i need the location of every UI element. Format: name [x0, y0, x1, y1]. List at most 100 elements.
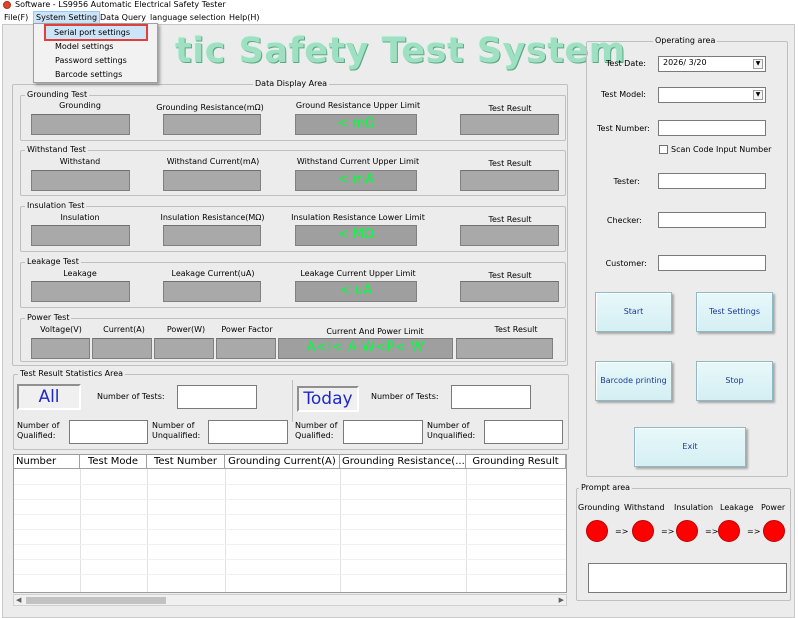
- tester-field[interactable]: [658, 173, 766, 189]
- grounding-resistance-label: Grounding Resistance(mΩ): [156, 103, 264, 112]
- all-qualified-field[interactable]: [69, 420, 148, 444]
- test-number-label: Test Number:: [597, 124, 650, 133]
- insulation-test-result-label: Test Result: [488, 215, 532, 224]
- grounding-resistance-value: [163, 114, 261, 135]
- leakage-current-value: [163, 281, 261, 302]
- scroll-thumb[interactable]: [26, 597, 166, 604]
- today-qualified-label-2: Qualified:: [295, 431, 334, 440]
- power-test-result: [456, 338, 553, 359]
- barcode-printing-button[interactable]: Barcode printing: [595, 361, 672, 401]
- all-number-of-tests-field[interactable]: [177, 385, 257, 409]
- power-value: [154, 338, 214, 359]
- grounding-legend: Grounding Test: [25, 90, 90, 100]
- insulation-resistance-label: Insulation Resistance(MΩ): [160, 213, 265, 222]
- app-icon: [3, 1, 11, 9]
- leakage-current-upper-limit-label: Leakage Current Upper Limit: [300, 269, 416, 278]
- test-date-picker[interactable]: 2026/ 3/20 ▼: [658, 56, 766, 72]
- today-number-of-tests-label: Number of Tests:: [371, 392, 439, 401]
- current-power-limit-label: Current And Power Limit: [326, 327, 424, 336]
- exit-button[interactable]: Exit: [634, 427, 746, 467]
- insulation-value: [31, 225, 130, 246]
- scroll-left-icon[interactable]: ◀: [16, 595, 21, 605]
- column-grounding-resistance[interactable]: Grounding Resistance(...: [340, 455, 466, 468]
- leakage-current-limit: < uA: [295, 281, 417, 302]
- withstand-current-label: Withstand Current(mA): [166, 157, 260, 166]
- date-dropdown-icon[interactable]: ▼: [753, 59, 763, 69]
- start-button[interactable]: Start: [595, 292, 672, 332]
- menu-password-settings[interactable]: Password settings: [34, 54, 157, 67]
- current-label: Current(A): [103, 325, 145, 334]
- checker-field[interactable]: [658, 212, 766, 228]
- results-horizontal-scrollbar[interactable]: ◀ ▶: [13, 594, 567, 606]
- today-qualified-field[interactable]: [343, 420, 423, 444]
- voltage-label: Voltage(V): [40, 325, 82, 334]
- menu-barcode-settings[interactable]: Barcode settings: [34, 68, 157, 81]
- test-model-select[interactable]: ▼: [658, 87, 766, 103]
- today-unqualified-label-2: Unqualified:: [427, 431, 476, 440]
- withstand-label: Withstand: [59, 157, 101, 166]
- title-bar: Software - LS9956 Automatic Electrical S…: [0, 0, 798, 11]
- stage-arrow: =>: [615, 527, 629, 536]
- all-unqualified-label-2: Unqualified:: [152, 431, 201, 440]
- leakage-value: [31, 281, 130, 302]
- stage-arrow: =>: [661, 527, 675, 536]
- data-display-legend: Data Display Area: [253, 79, 330, 89]
- insulation-test-result: [460, 225, 559, 246]
- prompt-message-box: [588, 563, 787, 593]
- column-test-mode[interactable]: Test Mode: [80, 455, 147, 468]
- grid-row-line: [14, 499, 566, 500]
- stage-withstand-label: Withstand: [624, 503, 665, 512]
- column-grounding-result[interactable]: Grounding Result: [466, 455, 566, 468]
- grounding-test-result-label: Test Result: [488, 104, 532, 113]
- withstand-current-value: [163, 170, 261, 191]
- menu-language-selection[interactable]: language selection: [148, 11, 228, 24]
- customer-label: Customer:: [605, 259, 647, 268]
- column-grounding-current[interactable]: Grounding Current(A): [225, 455, 340, 468]
- grid-row-line: [14, 529, 566, 530]
- all-unqualified-label-1: Number of: [152, 421, 195, 430]
- all-qualified-label-1: Number of: [17, 421, 60, 430]
- current-power-limit: A<I< A W<P< W: [278, 338, 453, 359]
- grid-row-line: [14, 514, 566, 515]
- menu-help[interactable]: Help(H): [227, 11, 262, 24]
- insulation-resistance-limit: < MΩ: [295, 225, 417, 246]
- test-settings-button[interactable]: Test Settings: [696, 292, 773, 332]
- menu-file[interactable]: File(F): [2, 11, 30, 24]
- stage-power-label: Power: [761, 503, 786, 512]
- withstand-legend: Withstand Test: [25, 145, 88, 155]
- scan-code-checkbox[interactable]: [659, 145, 668, 154]
- withstand-test-result: [460, 170, 559, 191]
- menu-model-settings[interactable]: Model settings: [34, 40, 157, 53]
- today-unqualified-field[interactable]: [484, 420, 563, 444]
- column-number[interactable]: Number: [14, 455, 80, 468]
- leakage-test-result-label: Test Result: [488, 271, 532, 280]
- statistics-legend: Test Result Statistics Area: [18, 369, 126, 379]
- test-model-label: Test Model:: [600, 90, 646, 99]
- leakage-status-lamp: [718, 520, 740, 542]
- all-qualified-label-2: Qualified:: [17, 431, 56, 440]
- withstand-test-result-label: Test Result: [488, 159, 532, 168]
- column-test-number[interactable]: Test Number: [147, 455, 225, 468]
- results-table[interactable]: Number Test Mode Test Number Grounding C…: [13, 454, 567, 593]
- today-number-of-tests-field[interactable]: [451, 385, 531, 409]
- ground-resistance-limit: < mΩ: [295, 114, 417, 135]
- menu-serial-port-settings[interactable]: Serial port settings: [44, 24, 148, 41]
- grid-row-line: [14, 574, 566, 575]
- stage-insulation-label: Insulation: [674, 503, 714, 512]
- all-stats-label: All: [17, 384, 81, 410]
- power-label: Power(W): [166, 325, 206, 334]
- power-test-result-label: Test Result: [494, 325, 538, 334]
- customer-field[interactable]: [658, 255, 766, 271]
- all-unqualified-field[interactable]: [208, 420, 288, 444]
- stop-button[interactable]: Stop: [696, 361, 773, 401]
- test-number-field[interactable]: [658, 120, 766, 136]
- stage-arrow: =>: [747, 527, 761, 536]
- scroll-right-icon[interactable]: ▶: [559, 595, 564, 605]
- model-dropdown-icon[interactable]: ▼: [753, 90, 763, 100]
- grid-row-line: [14, 544, 566, 545]
- withstand-value: [31, 170, 130, 191]
- leakage-test-result: [460, 281, 559, 302]
- stage-leakage-label: Leakage: [720, 503, 754, 512]
- all-number-of-tests-label: Number of Tests:: [97, 392, 165, 401]
- power-legend: Power Test: [25, 313, 72, 323]
